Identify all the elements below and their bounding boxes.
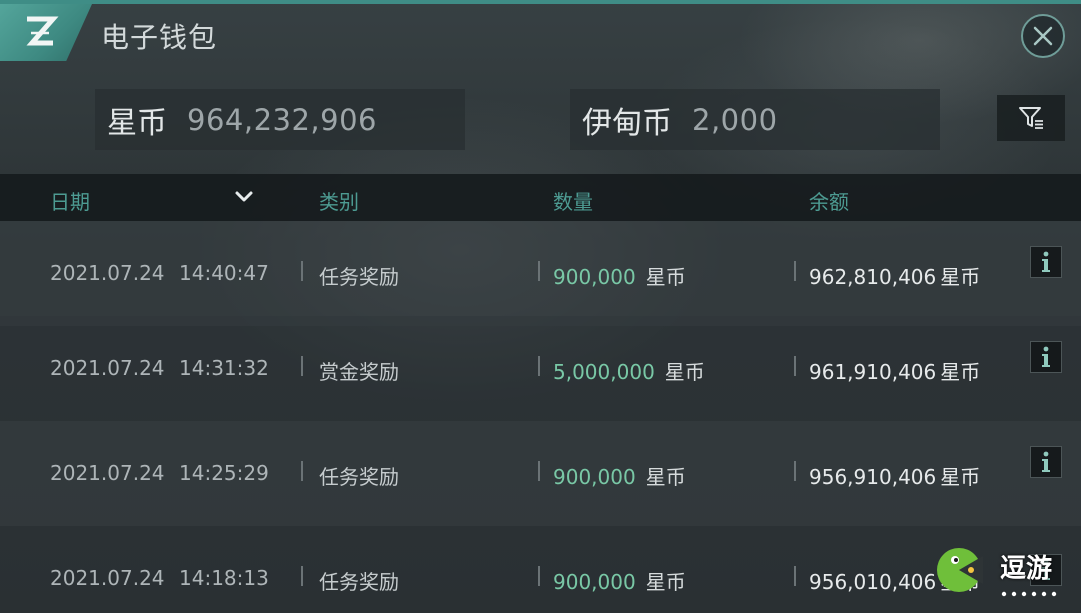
row-quantity: 900,000 星币 <box>553 461 686 490</box>
row-date: 2021.07.24 <box>50 356 165 380</box>
quantity-value: 900,000 <box>553 570 636 594</box>
column-header-date: 日期 <box>50 190 90 214</box>
balance-unit: 星币 <box>940 360 981 384</box>
eden-coin-value: 2,000 <box>692 102 778 137</box>
info-icon <box>1042 451 1050 472</box>
page-title: 电子钱包 <box>101 21 218 54</box>
column-header-category: 类别 <box>319 190 359 214</box>
column-divider <box>538 261 540 281</box>
row-time: 14:25:29 <box>179 461 269 485</box>
column-divider <box>301 566 303 586</box>
column-header-quantity: 数量 <box>553 190 593 214</box>
row-quantity: 900,000 星币 <box>553 566 686 595</box>
close-icon <box>1033 26 1053 46</box>
quantity-value: 900,000 <box>553 265 636 289</box>
watermark-logo-icon <box>937 548 983 592</box>
filter-icon <box>1019 107 1043 129</box>
row-date: 2021.07.24 <box>50 261 165 285</box>
row-category: 任务奖励 <box>319 465 399 489</box>
table-row: 2021.07.24 14:18:13 任务奖励 900,000 星币 956,0… <box>0 526 1081 613</box>
row-category: 赏金奖励 <box>319 360 399 384</box>
column-divider <box>794 566 796 586</box>
star-coin-value: 964,232,906 <box>187 102 377 137</box>
column-divider <box>301 261 303 281</box>
column-header-balance: 余额 <box>809 190 849 214</box>
row-quantity: 5,000,000 星币 <box>553 356 705 385</box>
column-divider <box>794 261 796 281</box>
row-balance: 962,810,406 星币 <box>809 261 980 290</box>
row-time: 14:31:32 <box>179 356 269 380</box>
row-date: 2021.07.24 <box>50 566 165 590</box>
balance-value: 962,810,406 <box>809 265 937 289</box>
watermark-dots <box>1001 591 1057 597</box>
star-coin-label: 星币 <box>107 105 167 141</box>
balance-value: 956,910,406 <box>809 465 937 489</box>
row-category: 任务奖励 <box>319 265 399 289</box>
wallet-header: 电子钱包 <box>0 4 1081 66</box>
table-row: 2021.07.24 14:40:47 任务奖励 900,000 星币 962,8… <box>0 221 1081 326</box>
row-category: 任务奖励 <box>319 570 399 594</box>
close-button[interactable] <box>1021 14 1065 58</box>
balance-value: 956,010,406 <box>809 570 937 594</box>
column-divider <box>538 461 540 481</box>
row-time: 14:40:47 <box>179 261 269 285</box>
eden-coin-label: 伊甸币 <box>582 105 672 141</box>
chevron-down-icon[interactable] <box>233 188 255 206</box>
table-row: 2021.07.24 14:25:29 任务奖励 900,000 星币 956,9… <box>0 421 1081 526</box>
column-divider <box>794 461 796 481</box>
info-icon <box>1042 251 1050 272</box>
info-button[interactable] <box>1030 246 1062 278</box>
quantity-unit: 星币 <box>664 360 705 384</box>
app-logo <box>0 4 92 61</box>
quantity-unit: 星币 <box>645 265 686 289</box>
row-date: 2021.07.24 <box>50 461 165 485</box>
info-button[interactable] <box>1030 341 1062 373</box>
column-divider <box>301 356 303 376</box>
filter-button[interactable] <box>997 95 1065 141</box>
column-divider <box>538 566 540 586</box>
quantity-unit: 星币 <box>645 570 686 594</box>
quantity-value: 5,000,000 <box>553 360 655 384</box>
column-divider <box>538 356 540 376</box>
balance-value: 961,910,406 <box>809 360 937 384</box>
info-button[interactable] <box>1030 446 1062 478</box>
row-balance: 961,910,406 星币 <box>809 356 980 385</box>
column-divider <box>794 356 796 376</box>
balance-unit: 星币 <box>940 465 981 489</box>
quantity-value: 900,000 <box>553 465 636 489</box>
eden-coin-balance: 伊甸币 2,000 <box>570 89 940 150</box>
balance-unit: 星币 <box>940 265 981 289</box>
info-icon <box>1042 346 1050 367</box>
quantity-unit: 星币 <box>645 465 686 489</box>
table-row: 2021.07.24 14:31:32 赏金奖励 5,000,000 星币 961… <box>0 316 1081 421</box>
star-coin-balance: 星币 964,232,906 <box>95 89 465 150</box>
row-time: 14:18:13 <box>179 566 269 590</box>
z-logo-icon <box>26 16 59 46</box>
row-balance: 956,910,406 星币 <box>809 461 980 490</box>
watermark-text: 逗游 <box>1000 554 1053 584</box>
table-header: 日期 类别 数量 余额 <box>0 174 1081 221</box>
column-divider <box>301 461 303 481</box>
row-quantity: 900,000 星币 <box>553 261 686 290</box>
